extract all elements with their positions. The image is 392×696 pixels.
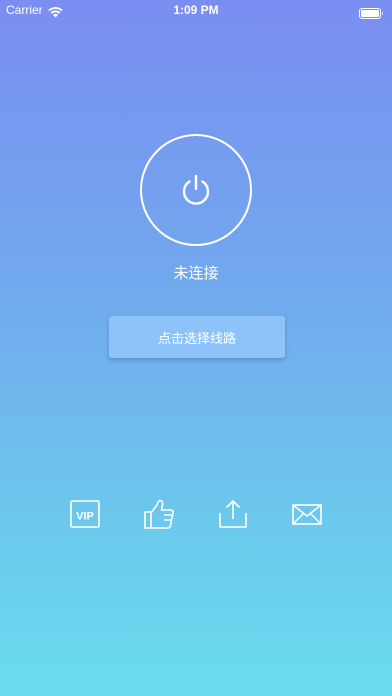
- select-route-button[interactable]: 点击选择线路: [109, 316, 285, 358]
- mail-icon: [292, 504, 322, 525]
- thumbs-up-icon: [144, 499, 174, 529]
- share-icon: [219, 500, 247, 528]
- like-button[interactable]: [141, 496, 177, 532]
- vip-label: VIP: [76, 511, 94, 523]
- power-icon: [178, 172, 214, 208]
- power-button[interactable]: [140, 134, 252, 246]
- connection-status: 未连接: [173, 264, 219, 282]
- vip-button[interactable]: VIP: [67, 496, 103, 532]
- bottom-toolbar: VIP: [0, 496, 392, 532]
- status-bar: Carrier 1:09 PM: [0, 0, 392, 22]
- status-time: 1:09 PM: [173, 3, 219, 17]
- battery-icon: [359, 4, 384, 19]
- mail-button[interactable]: [289, 496, 325, 532]
- share-button[interactable]: [215, 496, 251, 532]
- vip-icon: VIP: [70, 500, 100, 528]
